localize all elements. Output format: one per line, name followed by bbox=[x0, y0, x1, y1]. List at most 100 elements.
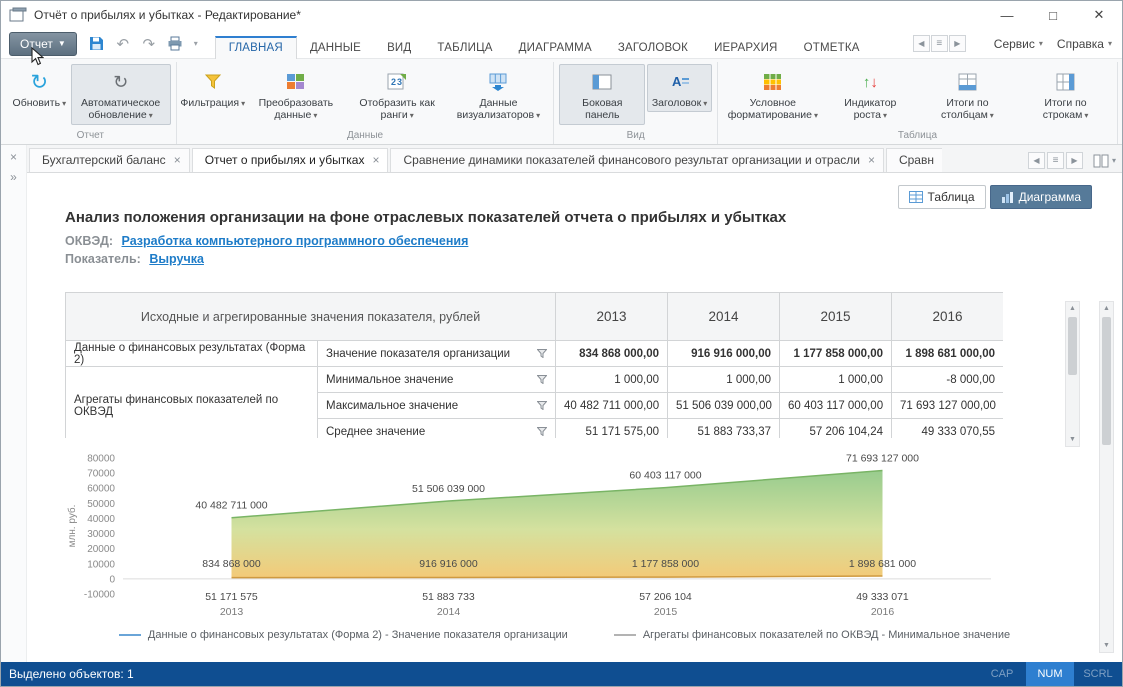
value-cell[interactable]: 834 868 000,00 bbox=[555, 340, 669, 367]
tabs-list-icon[interactable]: ≡ bbox=[1046, 152, 1064, 169]
titlebar: Отчёт о прибылях и убытках - Редактирова… bbox=[1, 1, 1122, 29]
scroll-lock-indicator: SCRL bbox=[1083, 668, 1113, 680]
value-cell[interactable]: 1 000,00 bbox=[555, 366, 669, 393]
scroll-down-icon[interactable]: ▼ bbox=[1066, 433, 1079, 446]
ribbon-tab-mark[interactable]: ОТМЕТКА bbox=[791, 36, 873, 59]
show-as-ranks-button[interactable]: 23 Отобразить как ранги ▾ bbox=[348, 64, 447, 125]
svg-text:80000: 80000 bbox=[87, 454, 115, 465]
table-scrollbar[interactable]: ▲ ▼ bbox=[1065, 301, 1080, 447]
value-cell[interactable]: 916 916 000,00 bbox=[667, 340, 781, 367]
svg-text:3: 3 bbox=[397, 77, 402, 87]
expand-panel-icon[interactable]: » bbox=[6, 169, 22, 185]
chart-view-button[interactable]: Диаграмма bbox=[989, 185, 1092, 209]
value-cell[interactable]: 40 482 711 000,00 bbox=[555, 392, 669, 419]
doc-tab-profit-loss[interactable]: Отчет о прибылях и убытках × bbox=[191, 148, 389, 172]
row-group-cell: Агрегаты финансовых показателей по ОКВЭД bbox=[65, 366, 318, 438]
ribbon-tab-data[interactable]: ДАННЫЕ bbox=[297, 36, 374, 59]
value-cell[interactable]: 1 000,00 bbox=[779, 366, 893, 393]
selection-status: Выделено объектов: 1 bbox=[9, 667, 134, 681]
year-header[interactable]: 2015 bbox=[779, 292, 893, 341]
scrollbar-thumb[interactable] bbox=[1068, 317, 1077, 375]
filter-button[interactable]: Фильтрация ▾ bbox=[180, 64, 245, 112]
page-scrollbar[interactable]: ▲ ▼ bbox=[1099, 301, 1114, 653]
doc-tab-partial[interactable]: Сравн bbox=[885, 148, 942, 172]
scroll-up-icon[interactable]: ▲ bbox=[1066, 302, 1079, 315]
table-view-button[interactable]: Таблица bbox=[897, 185, 986, 209]
metric-cell: Минимальное значение bbox=[316, 366, 557, 393]
ribbon-tab-table[interactable]: ТАБЛИЦА bbox=[424, 36, 505, 59]
ribbon-tab-row: Отчет ▼ ↶ ↷ ▾ ГЛАВНАЯ ДАННЫЕ ВИД ТАБЛИЦА… bbox=[1, 29, 1122, 66]
growth-indicator-button[interactable]: ↑ ↓ Индикатор роста ▾ bbox=[825, 64, 916, 125]
value-cell[interactable]: 60 403 117 000,00 bbox=[779, 392, 893, 419]
close-button[interactable]: ✕ bbox=[1076, 1, 1122, 29]
svg-text:51 171 575: 51 171 575 bbox=[205, 591, 258, 603]
header-toggle-button[interactable]: A Заголовок ▾ bbox=[647, 64, 712, 113]
tab-close-icon[interactable]: × bbox=[372, 153, 379, 167]
tab-close-icon[interactable]: × bbox=[174, 153, 181, 167]
ribbon-tab-hierarchy[interactable]: ИЕРАРХИЯ bbox=[701, 36, 791, 59]
scrollbar-thumb[interactable] bbox=[1102, 317, 1111, 445]
document-tabstrip: Бухгалтерский баланс × Отчет о прибылях … bbox=[27, 145, 1122, 173]
undo-icon[interactable]: ↶ bbox=[113, 34, 133, 54]
scroll-down-icon[interactable]: ▼ bbox=[1100, 639, 1113, 652]
value-cell[interactable]: -8 000,00 bbox=[891, 366, 1003, 393]
page-title: Анализ положения организации на фоне отр… bbox=[65, 209, 787, 226]
table-header-row: Исходные и агрегированные значения показ… bbox=[65, 292, 1003, 341]
chevron-down-icon: ▾ bbox=[1111, 156, 1116, 165]
print-dropdown-icon[interactable]: ▾ bbox=[191, 34, 201, 54]
minimize-button[interactable]: — bbox=[984, 1, 1030, 29]
tab-close-icon[interactable]: × bbox=[868, 153, 875, 167]
value-cell[interactable]: 1 898 681 000,00 bbox=[891, 340, 1003, 367]
save-icon[interactable] bbox=[87, 34, 107, 54]
cell-filter-icon[interactable] bbox=[537, 349, 548, 358]
auto-refresh-button[interactable]: ↻ Автоматическое обновление ▾ bbox=[70, 64, 171, 125]
year-header[interactable]: 2013 bbox=[555, 292, 669, 341]
okved-link[interactable]: Разработка компьютерного программного об… bbox=[122, 234, 469, 248]
help-menu[interactable]: Справка ▾ bbox=[1057, 37, 1112, 51]
ribbon-tab-header[interactable]: ЗАГОЛОВОК bbox=[605, 36, 701, 59]
redo-icon[interactable]: ↷ bbox=[139, 34, 159, 54]
transform-data-button[interactable]: Преобразовать данные ▾ bbox=[246, 64, 346, 125]
tabs-scroll-left-icon[interactable]: ◀ bbox=[1027, 152, 1045, 169]
ribbon-tab-chart[interactable]: ДИАГРАММА bbox=[506, 36, 605, 59]
table-view-label: Таблица bbox=[927, 190, 975, 204]
svg-text:834 868 000: 834 868 000 bbox=[202, 558, 261, 570]
value-cell[interactable]: 1 000,00 bbox=[667, 366, 781, 393]
cell-filter-icon[interactable] bbox=[537, 427, 548, 436]
conditional-formatting-button[interactable]: Условное форматирование ▾ bbox=[723, 64, 823, 125]
ribbon-group-label: Вид bbox=[626, 130, 645, 141]
cell-filter-icon[interactable] bbox=[537, 401, 548, 410]
value-cell[interactable]: 1 177 858 000,00 bbox=[779, 340, 893, 367]
close-panel-icon[interactable]: × bbox=[6, 149, 22, 165]
doc-tab-dynamics-compare[interactable]: Сравнение динамики показателей финансово… bbox=[390, 148, 884, 172]
maximize-button[interactable]: □ bbox=[1030, 1, 1076, 29]
value-cell[interactable]: 71 693 127 000,00 bbox=[891, 392, 1003, 419]
nav-right-icon[interactable]: ▶ bbox=[948, 35, 966, 52]
print-icon[interactable] bbox=[165, 34, 185, 54]
service-menu[interactable]: Сервис ▾ bbox=[994, 37, 1043, 51]
row-totals-button[interactable]: Итоги по строкам ▾ bbox=[1019, 64, 1112, 125]
scroll-up-icon[interactable]: ▲ bbox=[1100, 302, 1113, 315]
ribbon-tab-main[interactable]: ГЛАВНАЯ bbox=[214, 35, 297, 59]
value-cell[interactable]: 51 883 733,37 bbox=[667, 418, 781, 438]
value-cell[interactable]: 51 506 039 000,00 bbox=[667, 392, 781, 419]
indicator-link[interactable]: Выручка bbox=[149, 252, 204, 266]
nav-left-icon[interactable]: ◀ bbox=[912, 35, 930, 52]
value-cell[interactable]: 51 171 575,00 bbox=[555, 418, 669, 438]
value-cell[interactable]: 49 333 070,55 bbox=[891, 418, 1003, 438]
year-header[interactable]: 2016 bbox=[891, 292, 1003, 341]
side-panel-button[interactable]: Боковая панель bbox=[559, 64, 646, 125]
svg-text:51 883 733: 51 883 733 bbox=[422, 591, 475, 603]
column-totals-button[interactable]: Итоги по столбцам ▾ bbox=[918, 64, 1017, 125]
year-header[interactable]: 2014 bbox=[667, 292, 781, 341]
ribbon: ↻ Обновить ▾ ↻ Автоматическое обновление ▾… bbox=[1, 59, 1122, 145]
refresh-button[interactable]: ↻ Обновить ▾ bbox=[10, 64, 69, 112]
split-layout-button[interactable]: ▾ bbox=[1093, 154, 1116, 168]
cell-filter-icon[interactable] bbox=[537, 375, 548, 384]
nav-list-icon[interactable]: ≡ bbox=[930, 35, 948, 52]
tabs-scroll-right-icon[interactable]: ▶ bbox=[1065, 152, 1083, 169]
ribbon-tab-view[interactable]: ВИД bbox=[374, 36, 424, 59]
value-cell[interactable]: 57 206 104,24 bbox=[779, 418, 893, 438]
visualizer-data-button[interactable]: Данные визуализаторов ▾ bbox=[448, 64, 548, 125]
doc-tab-balance[interactable]: Бухгалтерский баланс × bbox=[29, 148, 190, 172]
